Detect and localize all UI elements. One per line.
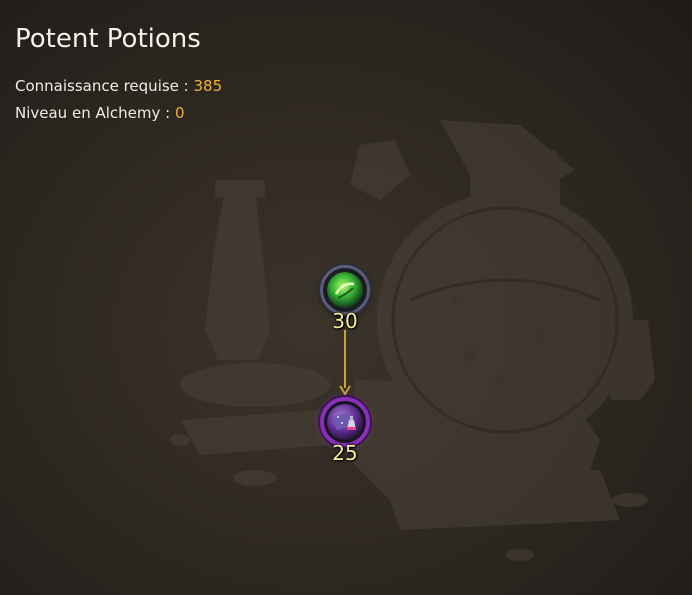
alchemy-level-value: 0 (174, 104, 185, 122)
alchemy-level-label: Niveau en Alchemy : (15, 104, 175, 122)
required-knowledge-line: Connaissance requise : 385 (15, 76, 222, 96)
alchemy-level-line: Niveau en Alchemy : 0 (15, 103, 185, 123)
skill-node-green-potion[interactable] (320, 265, 370, 315)
green-potion-icon (327, 272, 363, 308)
skill-node-purple-potion[interactable] (320, 397, 370, 447)
skill-tree-title: Potent Potions (15, 24, 201, 54)
required-knowledge-label: Connaissance requise : (15, 77, 194, 95)
required-knowledge-value: 385 (193, 77, 223, 95)
purple-potion-icon (327, 404, 363, 440)
